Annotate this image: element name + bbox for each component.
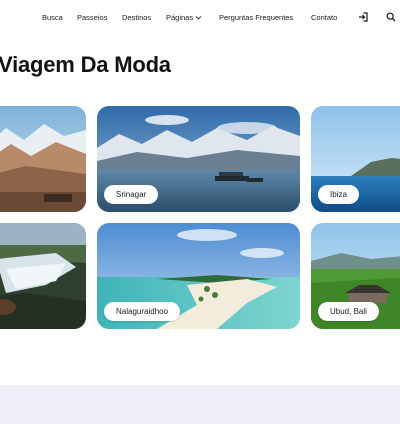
destination-card[interactable]	[0, 223, 86, 329]
footer-band	[0, 385, 400, 424]
destination-image	[0, 223, 86, 329]
destination-card[interactable]: Nalaguraidhoo	[97, 223, 300, 329]
nav-item-busca[interactable]: Busca	[42, 13, 63, 22]
destination-image	[0, 106, 86, 212]
section-title: Viagem Da Moda	[0, 52, 171, 77]
destination-label: Ibiza	[318, 185, 359, 204]
nav-item-perguntas-frequentes[interactable]: Perguntas Frequentes	[219, 13, 293, 22]
destination-card[interactable]: Ubud, Bali	[311, 223, 400, 329]
destination-card[interactable]: Srinagar	[97, 106, 300, 212]
search-icon[interactable]	[386, 12, 396, 22]
destination-label: Srinagar	[104, 185, 159, 204]
nav-item-passeios[interactable]: Passeios	[77, 13, 107, 22]
destination-card[interactable]	[0, 106, 86, 212]
nav-item-paginas[interactable]: Páginas	[166, 13, 202, 22]
nav-item-contato[interactable]: Contato	[311, 13, 337, 22]
login-icon[interactable]	[358, 12, 368, 22]
chevron-down-icon	[195, 16, 202, 20]
nav-item-paginas-label: Páginas	[166, 13, 194, 22]
top-navigation: Busca Passeios Destinos Páginas Pergunta…	[0, 0, 400, 36]
nav-item-destinos[interactable]: Destinos	[122, 13, 151, 22]
destination-card[interactable]: Ibiza	[311, 106, 400, 212]
destination-label: Ubud, Bali	[318, 302, 379, 321]
destination-label: Nalaguraidhoo	[104, 302, 181, 321]
